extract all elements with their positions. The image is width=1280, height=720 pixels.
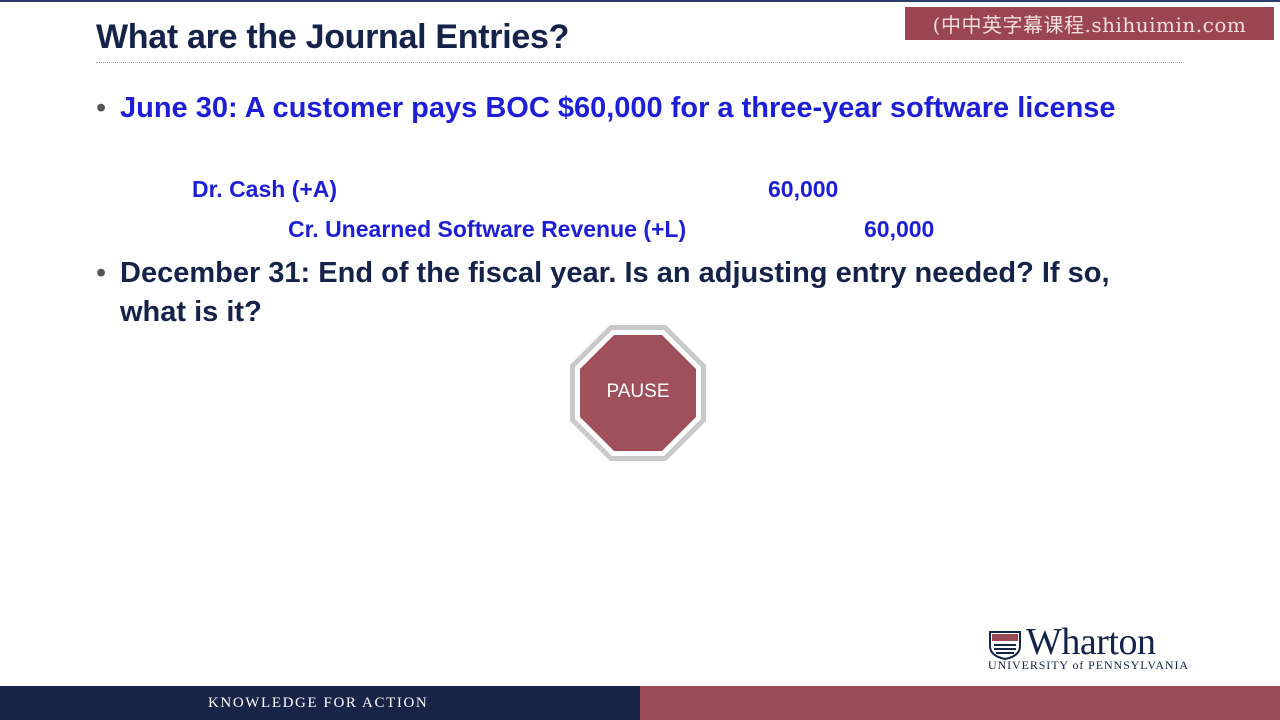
footer-navy-bar: KNOWLEDGE FOR ACTION	[0, 686, 640, 720]
bullet-december-31: • December 31: End of the fiscal year. I…	[96, 254, 1180, 332]
footer-tagline: KNOWLEDGE FOR ACTION	[208, 694, 429, 711]
pause-label: PAUSE	[606, 381, 669, 402]
credit-account: Cr. Unearned Software Revenue (+L)	[288, 216, 687, 242]
debit-amount: 60,000	[768, 176, 839, 202]
credit-amount: 60,000	[864, 216, 935, 242]
footer-red-bar	[640, 686, 1280, 720]
bullet-text: December 31: End of the fiscal year. Is …	[120, 257, 1110, 328]
penn-shield-icon	[989, 631, 1021, 660]
bullet-text: June 30: A customer pays BOC $60,000 for…	[120, 92, 1116, 124]
university-subtitle: UNIVERSITY of PENNSYLVANIA	[988, 658, 1189, 672]
top-border	[0, 0, 1280, 2]
bullet-june-30: • June 30: A customer pays BOC $60,000 f…	[96, 89, 1180, 128]
bullet-dot: •	[96, 257, 107, 289]
debit-account: Dr. Cash (+A)	[192, 176, 338, 202]
title-divider	[96, 62, 1184, 63]
bullet-dot: •	[96, 92, 107, 124]
stop-sign-icon: PAUSE	[570, 325, 706, 461]
watermark-banner: (中中英字幕课程.shihuimin.com	[905, 7, 1274, 40]
slide-title: What are the Journal Entries?	[96, 18, 570, 56]
